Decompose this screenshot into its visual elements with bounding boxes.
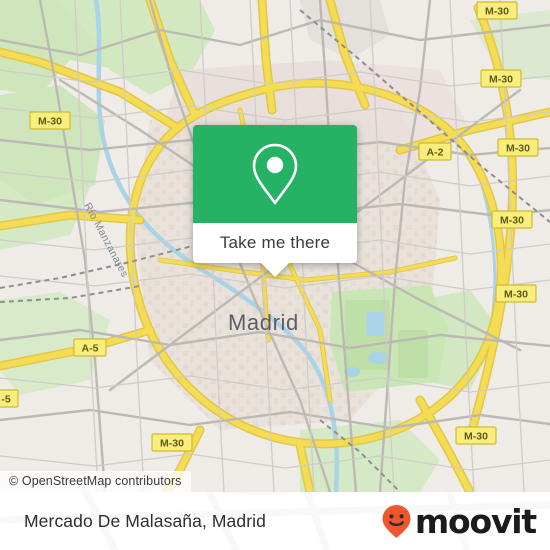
svg-text:M-30: M-30 [485,6,509,18]
road-shield: M-30 [151,433,193,452]
svg-text:M-30: M-30 [506,143,530,155]
take-me-there-label: Take me there [219,233,331,252]
moovit-logo[interactable]: moovit [381,492,537,550]
road-shield: A-5 [73,338,107,357]
svg-text:M-30: M-30 [160,438,184,450]
take-me-there-popup[interactable]: Take me there [193,125,357,277]
road-shield: M-30 [495,284,537,303]
popup-icon-area [193,125,357,223]
svg-text:M-30: M-30 [38,116,62,128]
place-title: Mercado De Malasaña, Madrid [24,511,266,531]
take-me-there-button[interactable]: Take me there [193,223,357,263]
road-shield: M-30 [476,1,518,20]
road-shield: M-30 [491,210,533,229]
svg-text:M-30: M-30 [500,215,524,227]
footer-bar: Mercado De Malasaña, Madrid moovit [0,492,550,550]
road-shield: M-30 [480,69,522,88]
svg-text:A-5: A-5 [82,343,99,355]
moovit-wordmark: moovit [414,501,537,541]
osm-attribution[interactable]: © OpenStreetMap contributors [0,471,191,492]
road-shield: M-30 [455,426,497,445]
svg-text:A-2: A-2 [427,147,444,159]
road-shield: -5 [0,389,19,408]
svg-text:-5: -5 [1,394,10,406]
moovit-map-card: .shield rect{fill:#F9ED7E;stroke:#CDBD2B… [0,0,550,550]
city-label: Madrid [228,310,299,335]
road-shield: M-30 [29,111,71,130]
road-shield: A-2 [418,142,452,161]
svg-text:M-30: M-30 [504,289,528,301]
moovit-smiley-pin-icon [382,504,411,538]
svg-text:M-30: M-30 [464,431,488,443]
popup-pointer-tail [261,263,289,277]
map-pin-icon [252,143,298,205]
svg-text:M-30: M-30 [489,74,513,86]
road-shield: M-30 [497,138,539,157]
